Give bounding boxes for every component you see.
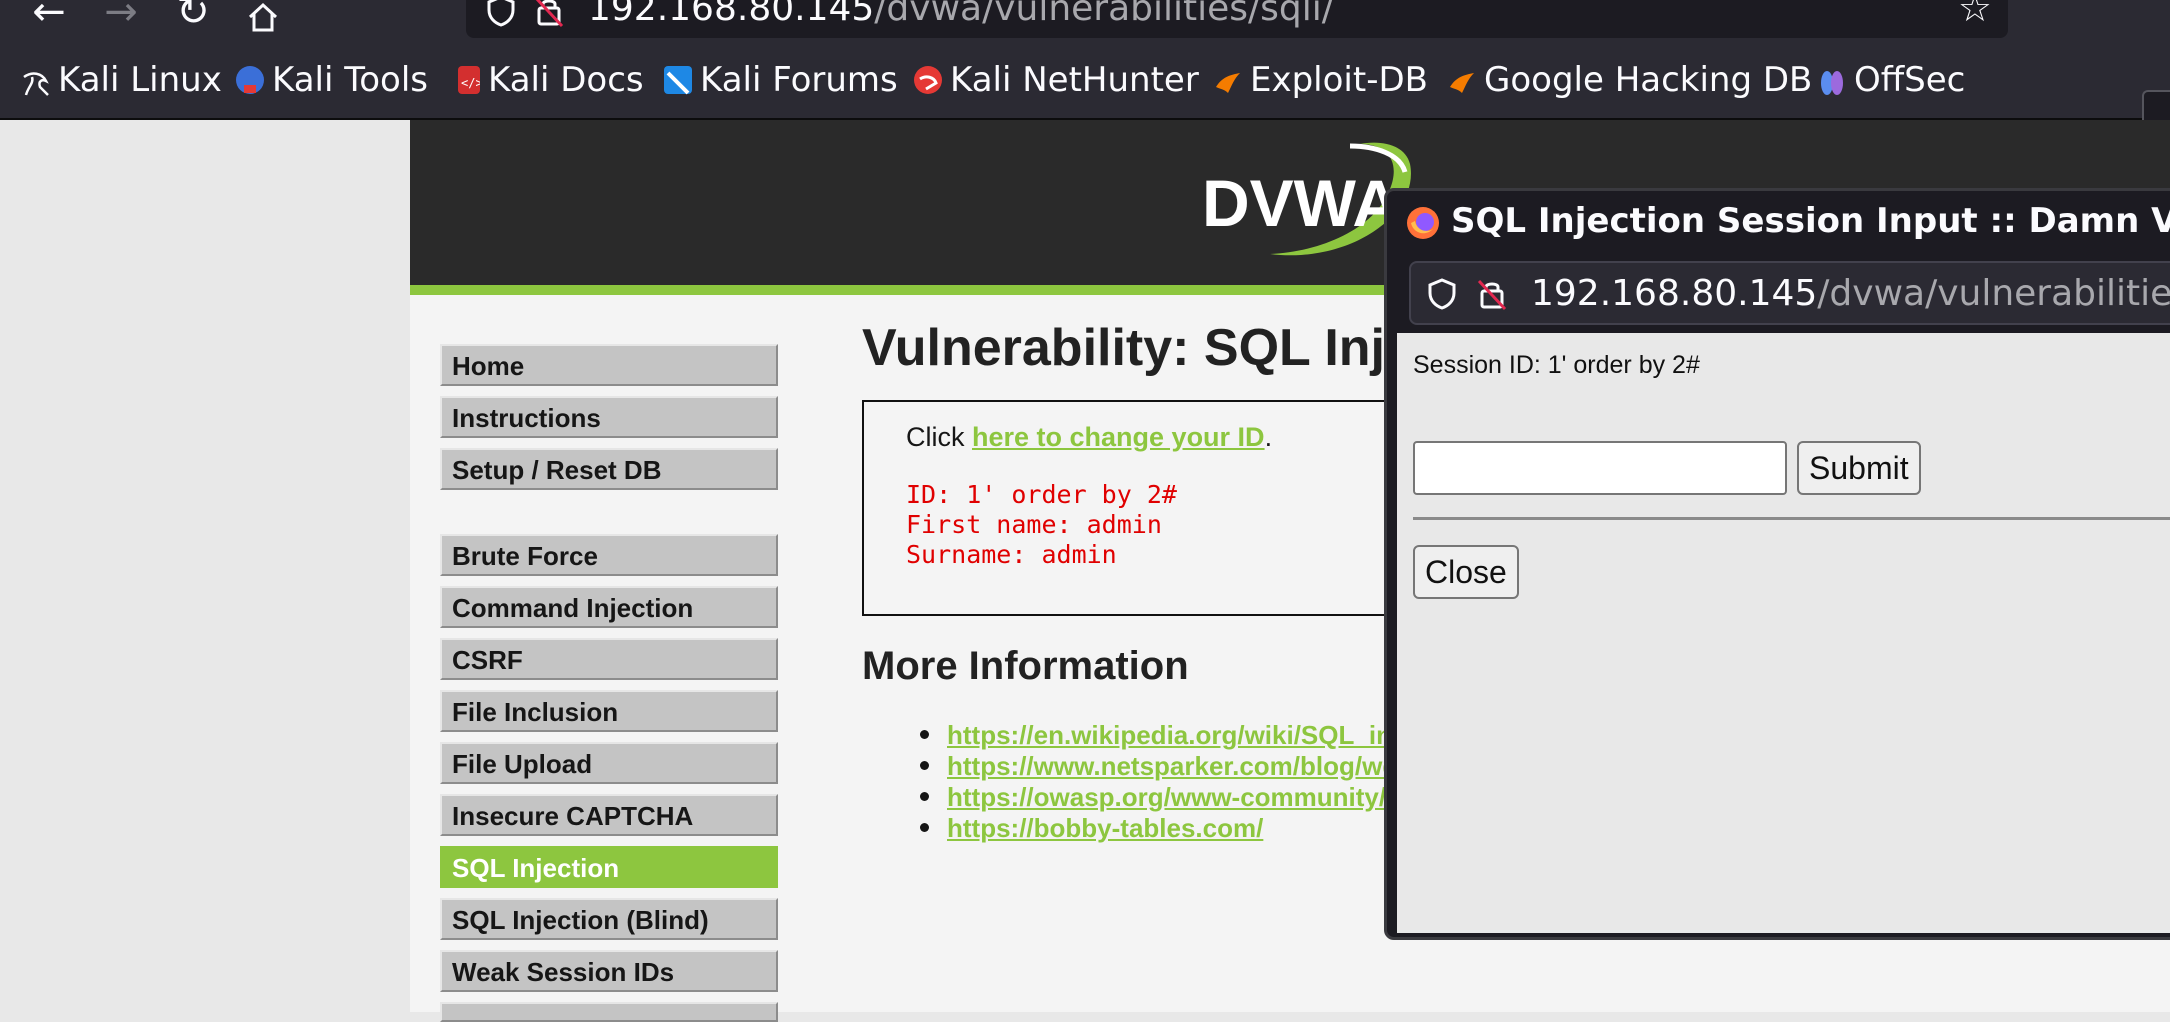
page-title: Vulnerability: SQL Inj [862, 319, 1385, 377]
insecure-lock-icon[interactable] [1475, 277, 1509, 311]
bookmark-label: Kali Linux [58, 60, 222, 100]
bookmark-label: Kali Forums [700, 60, 898, 100]
list-item: https://bobby-tables.com/ [920, 813, 1263, 844]
bookmark-label: Kali NetHunter [950, 60, 1199, 100]
browser-toolbar: ← → ↻ 192.168.80.145/dvwa/vulnerabilitie… [0, 0, 2170, 40]
menu-sql-injection-blind[interactable]: SQL Injection (Blind) [440, 898, 778, 940]
bookmark-kali-docs[interactable]: </> Kali Docs [458, 60, 644, 100]
bullet [920, 791, 929, 801]
bookmark-label: Kali Docs [488, 60, 644, 100]
session-id-text: Session ID: 1' order by 2# [1413, 351, 1700, 379]
click-prefix: Click [906, 422, 972, 452]
click-suffix: . [1264, 422, 1273, 452]
session-input-popup: SQL Injection Session Input :: Damn Vuln… [1384, 188, 2170, 940]
menu-file-upload[interactable]: File Upload [440, 742, 778, 784]
list-item: https://www.netsparker.com/blog/we [920, 751, 1397, 782]
kali-nethunter-icon [914, 66, 942, 94]
menu-command-injection[interactable]: Command Injection [440, 586, 778, 628]
url-text[interactable]: 192.168.80.145/dvwa/vulnerabilities/sqli… [588, 0, 1334, 29]
result-id: ID: 1' order by 2# [906, 480, 1177, 509]
popup-divider [1413, 517, 2170, 520]
shield-icon[interactable] [484, 0, 518, 28]
bookmark-google-hacking-db[interactable]: Google Hacking DB [1448, 60, 1812, 100]
result-first-name: First name: admin [906, 510, 1162, 539]
menu-setup-reset-db[interactable]: Setup / Reset DB [440, 448, 778, 490]
list-item: https://owasp.org/www-community/a [920, 782, 1401, 813]
change-id-line: Click here to change your ID. [906, 422, 1272, 453]
bookmark-star-icon[interactable]: ☆ [1958, 0, 1992, 30]
bookmark-label: Google Hacking DB [1484, 60, 1813, 100]
logo-text: DVWA [1202, 166, 1400, 240]
menu-item-partial[interactable] [440, 1002, 778, 1022]
home-icon[interactable] [242, 0, 284, 32]
popup-title: SQL Injection Session Input :: Damn Vuln… [1451, 201, 2170, 241]
popup-url-path: /dvwa/vulnerabilities/sq [1817, 273, 2170, 314]
url-bar[interactable]: 192.168.80.145/dvwa/vulnerabilities/sqli… [466, 0, 2008, 38]
popup-url-text[interactable]: 192.168.80.145/dvwa/vulnerabilities/sq [1531, 273, 2170, 314]
popup-url-bar[interactable]: 192.168.80.145/dvwa/vulnerabilities/sq [1409, 261, 2170, 325]
offsec-icon [1818, 66, 1846, 95]
url-path: /dvwa/vulnerabilities/sqli/ [874, 0, 1334, 29]
change-id-link[interactable]: here to change your ID [972, 422, 1265, 452]
reload-icon[interactable]: ↻ [172, 0, 214, 32]
menu-weak-session-ids[interactable]: Weak Session IDs [440, 950, 778, 992]
menu-file-inclusion[interactable]: File Inclusion [440, 690, 778, 732]
kali-docs-icon: </> [458, 66, 483, 94]
bullet [920, 729, 929, 739]
bookmark-kali-tools[interactable]: Kali Tools [236, 60, 428, 100]
bookmarks-bar: Kali Linux Kali Tools </> Kali Docs Kali… [0, 40, 2170, 164]
google-hacking-db-icon [1448, 66, 1476, 94]
bookmark-exploit-db[interactable]: Exploit-DB [1214, 60, 1428, 100]
forward-icon[interactable]: → [100, 0, 142, 32]
back-icon[interactable]: ← [28, 0, 70, 32]
bookmark-label: OffSec [1854, 60, 1966, 100]
url-host: 192.168.80.145 [588, 0, 875, 29]
bullet [920, 760, 929, 770]
bookmark-offsec[interactable]: OffSec [1818, 60, 1965, 100]
shield-icon[interactable] [1425, 277, 1459, 311]
bookmark-label: Kali Tools [272, 60, 428, 100]
popup-body: Session ID: 1' order by 2# Submit Close [1397, 333, 2170, 933]
svg-text:</>: </> [461, 76, 480, 90]
bullet [920, 822, 929, 832]
reference-link[interactable]: https://bobby-tables.com/ [947, 813, 1263, 843]
submit-button[interactable]: Submit [1797, 441, 1921, 495]
firefox-icon [1407, 207, 1439, 239]
menu-instructions[interactable]: Instructions [440, 396, 778, 438]
menu-sql-injection[interactable]: SQL Injection [440, 846, 778, 888]
reference-link[interactable]: https://en.wikipedia.org/wiki/SQL_in [947, 720, 1392, 750]
popup-url-host: 192.168.80.145 [1531, 273, 1818, 314]
more-information-heading: More Information [862, 644, 1189, 688]
insecure-lock-icon[interactable] [532, 0, 566, 28]
kali-tools-icon [236, 66, 264, 94]
exploit-db-icon [1214, 66, 1242, 94]
bookmark-kali-nethunter[interactable]: Kali NetHunter [914, 60, 1199, 100]
close-button[interactable]: Close [1413, 545, 1519, 599]
menu-csrf[interactable]: CSRF [440, 638, 778, 680]
reference-link[interactable]: https://owasp.org/www-community/a [947, 782, 1401, 812]
kali-dragon-icon [22, 66, 50, 96]
kali-forums-icon [664, 66, 692, 95]
menu-insecure-captcha[interactable]: Insecure CAPTCHA [440, 794, 778, 836]
session-id-input[interactable] [1413, 441, 1787, 495]
bookmark-label: Exploit-DB [1250, 60, 1428, 100]
list-item: https://en.wikipedia.org/wiki/SQL_in [920, 720, 1392, 751]
menu-home[interactable]: Home [440, 344, 778, 386]
result-surname: Surname: admin [906, 540, 1117, 569]
reference-link[interactable]: https://www.netsparker.com/blog/we [947, 751, 1397, 781]
vulnerable-code-box: Click here to change your ID. ID: 1' ord… [862, 400, 1386, 616]
bookmark-kali-forums[interactable]: Kali Forums [664, 60, 898, 100]
menu-brute-force[interactable]: Brute Force [440, 534, 778, 576]
page-margin [0, 120, 410, 1012]
bookmark-kali-linux[interactable]: Kali Linux [22, 60, 222, 100]
